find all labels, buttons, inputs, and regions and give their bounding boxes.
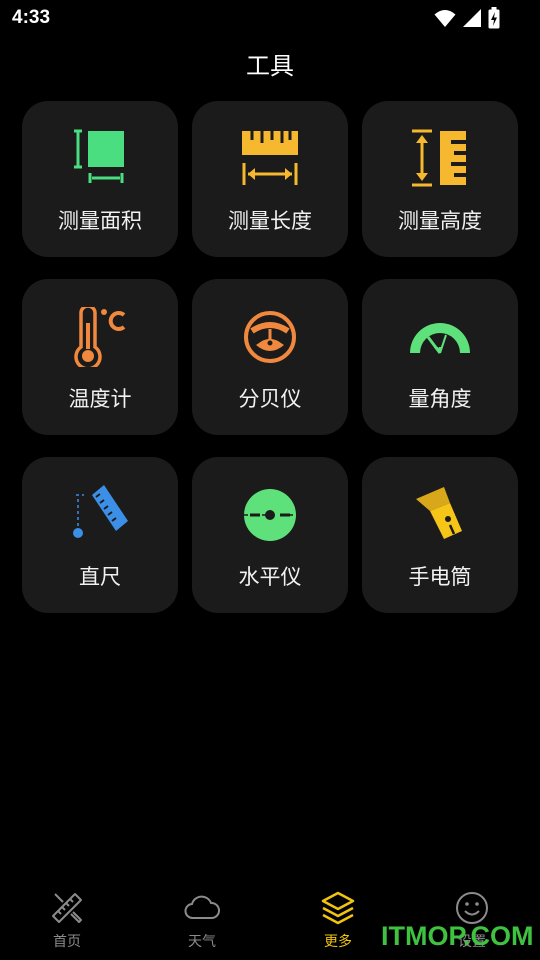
tool-protractor[interactable]: 量角度 (362, 279, 518, 435)
measure-area-icon (74, 129, 124, 183)
tool-label: 测量长度 (228, 209, 312, 233)
tool-label: 手电筒 (408, 565, 472, 589)
tool-measure-height[interactable]: 测量高度 (362, 101, 518, 257)
battery-charging-icon (488, 7, 500, 29)
tool-measure-length[interactable]: 测量长度 (192, 101, 348, 257)
tool-label: 直尺 (79, 565, 121, 589)
status-bar: 4:33 (0, 0, 540, 38)
tool-label: 温度计 (68, 387, 132, 411)
nav-weather[interactable]: 天气 (152, 890, 252, 960)
tool-ruler[interactable]: 直尺 (22, 457, 178, 613)
tool-flashlight[interactable]: 手电筒 (362, 457, 518, 613)
tool-thermometer[interactable]: 温度计 (22, 279, 178, 435)
tool-label: 量角度 (408, 387, 472, 411)
nav-home[interactable]: 首页 (17, 890, 117, 960)
tool-label: 测量面积 (58, 209, 142, 233)
status-icons (434, 7, 500, 29)
ruler-length-icon (242, 131, 298, 185)
cloud-icon (184, 895, 220, 919)
signal-icon (463, 9, 481, 27)
nav-more[interactable]: 更多 (288, 890, 388, 960)
ruler-icon (73, 485, 128, 538)
nav-label: 首页 (53, 934, 81, 950)
tool-measure-area[interactable]: 测量面积 (22, 101, 178, 257)
height-measure-icon (412, 129, 466, 187)
watermark: ITMOP.COM (381, 921, 534, 951)
protractor-icon (410, 323, 470, 354)
pencil-ruler-icon (52, 893, 82, 923)
page-title: 工具 (246, 52, 294, 80)
nav-label: 天气 (188, 934, 216, 950)
tool-label: 水平仪 (238, 565, 302, 589)
tool-decibel-meter[interactable]: 分贝仪 (192, 279, 348, 435)
tool-label: 分贝仪 (238, 387, 302, 411)
tool-label: 测量高度 (398, 209, 482, 233)
layers-icon (321, 891, 355, 925)
thermometer-icon (74, 307, 126, 367)
nav-label: 更多 (324, 934, 352, 950)
status-time: 4:33 (12, 7, 51, 28)
tool-spirit-level[interactable]: 水平仪 (192, 457, 348, 613)
spirit-level-icon (244, 489, 296, 541)
decibel-meter-icon (244, 311, 296, 363)
wifi-icon (434, 10, 456, 27)
flashlight-icon (416, 487, 462, 539)
